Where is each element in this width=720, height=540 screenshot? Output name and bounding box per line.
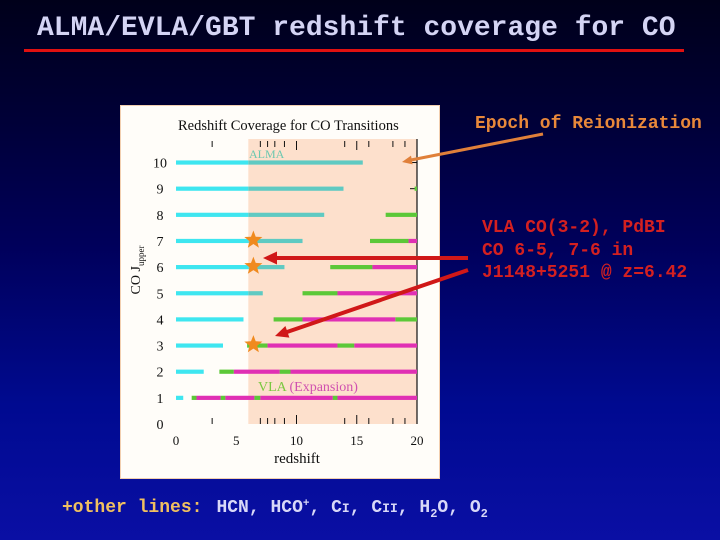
reionization-annotation: Epoch of Reionization (475, 114, 702, 134)
bar-segment-vla-expansion-j2 (290, 369, 417, 374)
line-cii: CII (371, 498, 397, 518)
x-axis-title: redshift (274, 451, 321, 467)
bar-segment-vla-j1 (254, 395, 261, 400)
x-tick-label: 10 (290, 433, 303, 448)
bar-segment-vla-expansion-j1 (337, 395, 417, 400)
bar-segment-alma-j5 (176, 291, 249, 296)
y-tick-label: 3 (157, 340, 164, 355)
line-h2o-h: H (419, 498, 431, 518)
detection-annotation-line-3: J1148+5251 @ z=6.42 (482, 263, 688, 283)
slide-title: ALMA/EVLA/GBT redshift coverage for CO (37, 13, 676, 44)
detection-annotation: VLA CO(3-2), PdBI CO 6-5, 7-6 in J1148+5… (482, 217, 687, 285)
bar-segment-vla-j2 (219, 369, 234, 374)
chart-title: Redshift Coverage for CO Transitions (178, 118, 399, 134)
bar-segment-vla-j3 (337, 343, 355, 348)
bar-segment-vla-j6 (330, 265, 373, 270)
legend-label-expansion: (Expansion) (286, 380, 358, 395)
bar-segment-vla-expansion-j6 (372, 265, 417, 270)
bar-segment-vla-expansion-j5 (337, 291, 417, 296)
line-cii-base: C (371, 498, 383, 518)
y-tick-label: 0 (157, 418, 164, 433)
separator: , (397, 498, 409, 518)
line-h2o: H2O (419, 498, 449, 520)
detection-annotation-line-2: CO 6-5, 7-6 in (482, 240, 634, 261)
y-tick-label: 7 (157, 235, 164, 250)
y-tick-label: 9 (157, 183, 164, 198)
bar-segment-alma-j8-shaded (248, 212, 325, 217)
y-axis-title-main: CO J (129, 266, 144, 295)
line-cii-ionization: II (382, 501, 398, 516)
line-hco-plus: HCO+ (270, 498, 309, 518)
separator: , (448, 498, 460, 518)
x-tick-label: 5 (233, 433, 240, 448)
bar-segment-vla-expansion-j2 (233, 369, 280, 374)
bar-segment-alma-j9-shaded (248, 186, 344, 191)
bar-segment-vla-j1 (220, 395, 226, 400)
line-o2-base: O (469, 498, 481, 518)
legend-label-alma: ALMA (249, 147, 285, 161)
bar-segment-alma-j7 (176, 238, 249, 244)
separator: , (349, 498, 361, 518)
bar-segment-alma-j3 (176, 343, 223, 348)
legend-label-vla: VLA (258, 380, 288, 395)
bar-segment-vla-expansion-j1 (196, 395, 221, 400)
bar-segment-vla-j7 (370, 238, 409, 244)
title-underline (24, 49, 684, 52)
y-tick-label: 6 (157, 261, 164, 276)
bar-segment-alma-j4 (176, 317, 244, 322)
bar-segment-vla-j9 (414, 186, 417, 191)
x-tick-label: 0 (173, 433, 180, 448)
line-h2o-o: O (437, 498, 449, 518)
y-tick-label: 10 (153, 157, 167, 172)
line-hcn: HCN (216, 498, 248, 518)
detection-annotation-line-1: VLA CO(3-2), PdBI (482, 218, 666, 238)
bar-segment-vla-j2 (279, 369, 291, 374)
bar-segment-vla-j1 (191, 395, 197, 400)
bar-segment-vla-expansion-j1 (225, 395, 255, 400)
line-hco-base: HCO (270, 498, 303, 518)
bar-segment-vla-expansion-j3 (354, 343, 417, 348)
bar-segment-alma-j9 (176, 186, 249, 191)
x-tick-label: 20 (411, 433, 424, 448)
legend-label-vla-expansion: VLA (Expansion) (258, 380, 358, 395)
redshift-coverage-chart: Redshift Coverage for CO Transitions 0 5 1… (129, 118, 424, 467)
y-tick-label: 5 (157, 287, 164, 302)
y-axis-title-subscript: upper (136, 246, 146, 267)
bar-segment-vla-j4 (395, 317, 417, 322)
bar-segment-alma-j10 (176, 160, 249, 165)
bar-segment-vla-j1 (332, 395, 338, 400)
y-tick-label: 4 (157, 313, 164, 328)
separator: , (309, 498, 321, 518)
bar-segment-alma-j5-shaded (248, 291, 263, 296)
line-ci-ionization: I (341, 501, 350, 516)
y-tick-label: 2 (157, 366, 164, 381)
bar-segment-vla-expansion-j7 (408, 238, 417, 244)
x-tick-label: 15 (350, 433, 363, 448)
separator: , (248, 498, 260, 518)
bar-segment-vla-expansion-j4 (302, 317, 396, 322)
bar-segment-alma-j6 (176, 265, 249, 270)
other-lines-footer: +other lines: HCN, HCO+, CI, CII, H2O, O2 (62, 498, 488, 521)
line-o2: O2 (469, 498, 488, 521)
bar-segment-vla-j5 (302, 291, 338, 296)
line-ci-base: C (331, 498, 342, 518)
bar-segment-alma-j8 (176, 212, 249, 217)
bar-segment-vla-expansion-j1 (260, 395, 333, 400)
y-axis-title: CO Jupper (129, 246, 146, 295)
bar-segment-vla-expansion-j3 (267, 343, 338, 348)
bar-segment-alma-j2 (176, 369, 204, 374)
y-tick-label: 8 (157, 209, 164, 224)
line-o2-subscript: 2 (480, 507, 488, 521)
line-hcn-text: HCN (216, 498, 249, 518)
bar-segment-vla-j8 (385, 212, 417, 217)
bar-segment-vla-j4 (273, 317, 303, 322)
line-ci: CI (331, 498, 350, 518)
bar-segment-alma-j10-shaded (248, 160, 363, 165)
bar-segment-alma-j1 (176, 395, 184, 400)
plot-panel: Redshift Coverage for CO Transitions 0 5 1… (120, 105, 440, 479)
y-tick-label: 1 (157, 392, 164, 407)
footer-prefix: +other lines: (62, 498, 203, 518)
